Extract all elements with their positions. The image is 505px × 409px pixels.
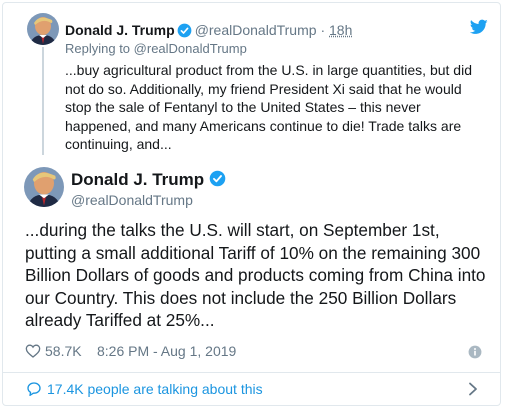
- people-talking-link[interactable]: 17.4K people are talking about this: [47, 380, 263, 398]
- reply-author-avatar[interactable]: [27, 13, 59, 45]
- verified-badge-icon: [209, 170, 226, 192]
- like-count[interactable]: 58.7K: [45, 341, 82, 361]
- replying-to-mention[interactable]: @realDonaldTrump: [134, 41, 247, 56]
- tweet-embed-card: Donald J. Trump @realDonaldTrump · 18h Re…: [2, 2, 501, 406]
- verified-badge-icon: [177, 23, 192, 42]
- reply-header: Donald J. Trump @realDonaldTrump · 18h: [65, 21, 352, 42]
- main-author-avatar[interactable]: [24, 167, 64, 207]
- reply-author-handle[interactable]: @realDonaldTrump: [195, 22, 317, 38]
- tweet-meta-row: 58.7K 8:26 PM - Aug 1, 2019: [25, 341, 485, 361]
- replying-to-line: Replying to @realDonaldTrump: [65, 41, 247, 57]
- heart-icon[interactable]: [25, 343, 41, 359]
- speech-bubble-icon: [26, 381, 42, 397]
- reply-author-name[interactable]: Donald J. Trump: [65, 22, 175, 38]
- reply-tweet-text: ...buy agricultural product from the U.S…: [65, 62, 472, 152]
- thread-connector-line: [42, 47, 44, 155]
- main-author-name-row: Donald J. Trump: [71, 170, 229, 192]
- meta-separator: ·: [320, 22, 326, 38]
- main-author-name[interactable]: Donald J. Trump: [71, 170, 204, 189]
- main-author-handle[interactable]: @realDonaldTrump: [71, 192, 193, 208]
- main-tweet-text: ...during the talks the U.S. will start,…: [25, 220, 486, 330]
- info-icon[interactable]: [468, 344, 482, 359]
- chevron-right-icon[interactable]: [468, 382, 478, 396]
- conversation-link-row[interactable]: 17.4K people are talking about this: [3, 373, 500, 406]
- reply-time-link[interactable]: 18h: [329, 22, 352, 38]
- tweet-timestamp[interactable]: 8:26 PM - Aug 1, 2019: [97, 341, 236, 361]
- twitter-bird-icon[interactable]: [469, 19, 488, 35]
- replying-to-label: Replying to: [65, 41, 131, 56]
